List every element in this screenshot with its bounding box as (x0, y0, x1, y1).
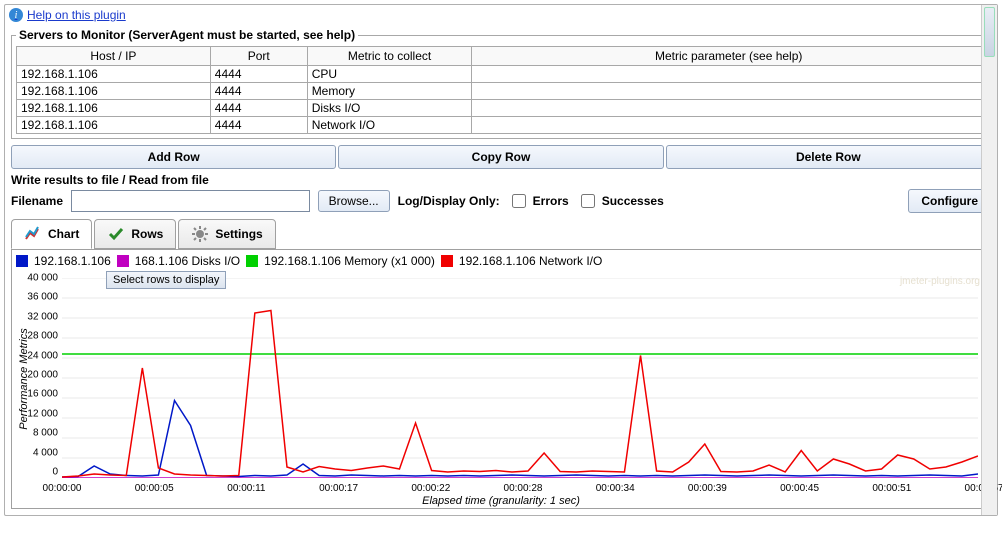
vertical-scrollbar[interactable] (981, 5, 997, 515)
y-tick: 40 000 (12, 273, 58, 284)
y-tick: 20 000 (12, 370, 58, 381)
y-tick: 8 000 (12, 428, 58, 439)
legend-label: 192.168.1.106 Memory (x1 000) (264, 254, 435, 268)
table-row[interactable]: 192.168.1.1064444CPU (17, 66, 986, 83)
browse-button[interactable]: Browse... (318, 190, 390, 212)
x-tick: 00:00:22 (411, 483, 450, 494)
legend-label: 168.1.106 Disks I/O (135, 254, 240, 268)
servers-table: Host / IPPortMetric to collectMetric par… (16, 46, 986, 134)
x-tick: 00:00:51 (872, 483, 911, 494)
series-line (62, 401, 978, 478)
x-tick: 00:00:00 (43, 483, 82, 494)
col-header[interactable]: Metric parameter (see help) (472, 47, 986, 66)
x-tick: 00:00:28 (504, 483, 543, 494)
table-row[interactable]: 192.168.1.1064444Disks I/O (17, 100, 986, 117)
configure-button[interactable]: Configure (908, 189, 991, 213)
y-tick: 12 000 (12, 408, 58, 419)
x-tick: 00:00:05 (135, 483, 174, 494)
tab-chart[interactable]: Chart (11, 219, 92, 249)
x-tick: 00:00:34 (596, 483, 635, 494)
servers-fieldset: Servers to Monitor (ServerAgent must be … (11, 28, 991, 139)
chart-icon (24, 225, 42, 243)
successes-checkbox[interactable]: Successes (577, 191, 664, 211)
legend-label: 192.168.1.106 (34, 254, 111, 268)
chart-panel: 192.168.1.106 168.1.106 Disks I/O 192.168.… (11, 249, 991, 509)
y-tick: 0 (12, 467, 58, 478)
chart-legend: 192.168.1.106 168.1.106 Disks I/O 192.168.… (16, 254, 986, 268)
rows-tooltip: Select rows to display (106, 271, 226, 289)
legend-swatch (246, 255, 258, 267)
help-link-text: Help on this plugin (27, 8, 126, 22)
check-icon (107, 225, 125, 243)
table-row[interactable]: 192.168.1.1064444Network I/O (17, 117, 986, 134)
file-section-label: Write results to file / Read from file (11, 173, 991, 187)
y-tick: 28 000 (12, 331, 58, 342)
x-tick: 00:00:17 (319, 483, 358, 494)
col-header[interactable]: Metric to collect (307, 47, 472, 66)
legend-swatch (117, 255, 129, 267)
copy-row-button[interactable]: Copy Row (338, 145, 663, 169)
col-header[interactable]: Port (210, 47, 307, 66)
x-tick: 00:00:11 (227, 483, 265, 494)
col-header[interactable]: Host / IP (17, 47, 211, 66)
y-tick: 36 000 (12, 292, 58, 303)
y-tick: 16 000 (12, 389, 58, 400)
filename-input[interactable] (71, 190, 310, 212)
gear-icon (191, 225, 209, 243)
delete-row-button[interactable]: Delete Row (666, 145, 991, 169)
x-axis-label: Elapsed time (granularity: 1 sec) (422, 495, 580, 507)
errors-checkbox[interactable]: Errors (508, 191, 569, 211)
add-row-button[interactable]: Add Row (11, 145, 336, 169)
legend-label: 192.168.1.106 Network I/O (459, 254, 602, 268)
table-row[interactable]: 192.168.1.1064444Memory (17, 83, 986, 100)
filename-label: Filename (11, 194, 63, 208)
info-icon: i (9, 8, 23, 22)
legend-swatch (16, 255, 28, 267)
legend-swatch (441, 255, 453, 267)
tab-settings[interactable]: Settings (178, 219, 275, 249)
tab-rows[interactable]: Rows (94, 219, 176, 249)
servers-legend: Servers to Monitor (ServerAgent must be … (16, 28, 358, 42)
help-link[interactable]: i Help on this plugin (9, 8, 126, 22)
y-tick: 4 000 (12, 447, 58, 458)
x-tick: 00:00:45 (780, 483, 819, 494)
y-tick: 24 000 (12, 350, 58, 361)
x-tick: 00:00:39 (688, 483, 727, 494)
y-tick: 32 000 (12, 311, 58, 322)
scrollbar-thumb[interactable] (984, 7, 995, 57)
logdisplay-label: Log/Display Only: (398, 194, 500, 208)
